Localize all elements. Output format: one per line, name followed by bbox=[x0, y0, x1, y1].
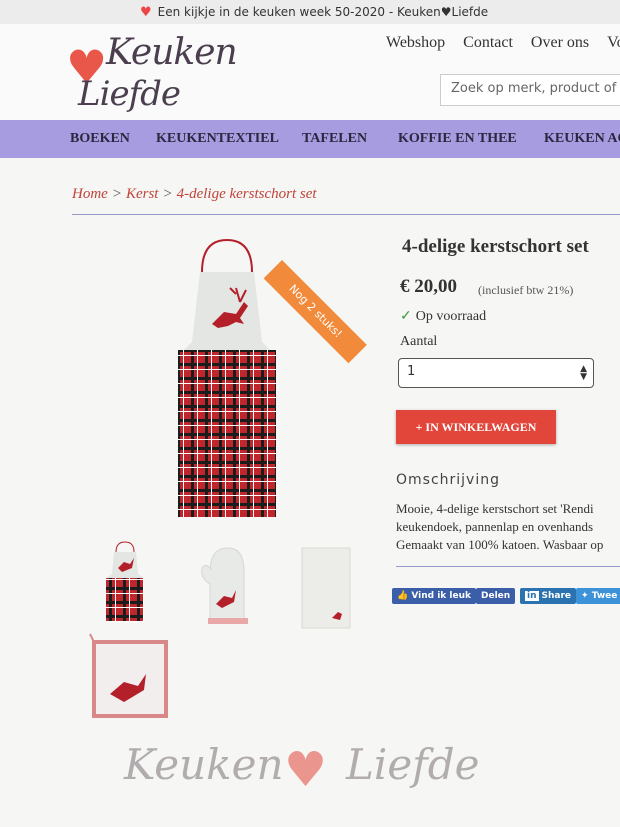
watermark-heart-icon: ♥ bbox=[284, 742, 328, 798]
site-header: ♥ Keuken Liefde Webshop Contact Over ons… bbox=[0, 24, 620, 120]
menu-koffie-en-thee[interactable]: KOFFIE EN THEE bbox=[398, 131, 517, 147]
thumbnail-apron[interactable] bbox=[104, 540, 146, 624]
stock-status: ✓ Op voorraad bbox=[400, 308, 486, 325]
select-arrows-icon: ▲ ▼ bbox=[580, 364, 587, 382]
nav-contact[interactable]: Contact bbox=[463, 34, 513, 52]
top-nav: Webshop Contact Over ons Vo bbox=[386, 34, 620, 52]
breadcrumb-current[interactable]: 4-delige kerstschort set bbox=[177, 186, 317, 202]
thumbnail-tea-towel[interactable] bbox=[298, 544, 354, 630]
quantity-select[interactable]: 1 ▲ ▼ bbox=[398, 358, 594, 388]
description-line: Gemaakt van 100% katoen. Wasbaar op bbox=[396, 537, 604, 552]
check-icon: ✓ bbox=[400, 309, 412, 324]
facebook-like-button[interactable]: 👍 Vind ik leuk bbox=[392, 588, 477, 604]
like-label: Vind ik leuk bbox=[411, 591, 472, 601]
heart-icon: ♥ bbox=[140, 4, 152, 20]
description-heading: Omschrijving bbox=[396, 472, 500, 488]
menu-boeken[interactable]: BOEKEN bbox=[70, 131, 130, 147]
announcement-bar: ♥ Een kijkje in de keuken week 50-2020 -… bbox=[0, 0, 620, 25]
announcement-text: Een kijkje in de keuken week 50-2020 - K… bbox=[157, 5, 489, 19]
breadcrumb-separator: > bbox=[162, 186, 173, 202]
add-to-cart-button[interactable]: + IN WINKELWAGEN bbox=[396, 410, 556, 444]
linkedin-share-button[interactable]: in Share bbox=[520, 588, 577, 604]
twitter-icon: ✦ bbox=[581, 591, 592, 601]
tweet-button[interactable]: ✦ Twee bbox=[576, 588, 620, 604]
search-input[interactable]: Zoek op merk, product of tref bbox=[440, 74, 620, 106]
vat-note: (inclusief btw 21%) bbox=[478, 283, 574, 297]
thumbs-up-icon: 👍 bbox=[397, 591, 412, 601]
logo-word-1: Keuken bbox=[106, 32, 238, 73]
product-price: € 20,00 bbox=[400, 276, 457, 297]
nav-webshop[interactable]: Webshop bbox=[386, 34, 445, 52]
watermark-word-1: Keuken bbox=[124, 740, 284, 789]
watermark-logo: Keuken ♥ Liefde bbox=[124, 740, 504, 820]
nav-truncated[interactable]: Vo bbox=[607, 34, 620, 52]
breadcrumb-separator: > bbox=[111, 186, 122, 202]
product-title: 4-delige kerstschort set bbox=[402, 236, 589, 257]
description-line: Mooie, 4-delige kerstschort set 'Rendi bbox=[396, 501, 594, 516]
facebook-share-button[interactable]: Delen bbox=[476, 588, 516, 604]
menu-keukentextiel[interactable]: KEUKENTEXTIEL bbox=[156, 131, 279, 147]
breadcrumb-home[interactable]: Home bbox=[72, 186, 108, 202]
description-line: keukendoek, pannenlap en ovenhands bbox=[396, 519, 594, 534]
thumbnail-pot-holder[interactable] bbox=[88, 632, 168, 718]
divider bbox=[396, 566, 620, 567]
menu-tafelen[interactable]: TAFELEN bbox=[302, 131, 367, 147]
nav-over-ons[interactable]: Over ons bbox=[531, 34, 589, 52]
watermark-word-2: Liefde bbox=[346, 740, 480, 789]
tweet-label: Twee bbox=[591, 591, 618, 601]
logo-word-2: Liefde bbox=[78, 74, 181, 114]
category-menu: BOEKEN KEUKENTEXTIEL TAFELEN KOFFIE EN T… bbox=[0, 120, 620, 158]
stock-text: Op voorraad bbox=[415, 309, 487, 324]
menu-keuken-ac[interactable]: KEUKEN AC bbox=[544, 131, 620, 147]
quantity-label: Aantal bbox=[400, 334, 438, 349]
description-text: Mooie, 4-delige kerstschort set 'Rendi k… bbox=[396, 500, 620, 554]
breadcrumb: Home > Kerst >4-delige kerstschort set bbox=[72, 186, 317, 203]
divider bbox=[72, 214, 620, 215]
linkedin-icon: in bbox=[525, 591, 539, 601]
thumbnail-oven-mitt[interactable] bbox=[198, 542, 254, 628]
linkedin-label: Share bbox=[541, 591, 572, 601]
quantity-value: 1 bbox=[407, 364, 416, 379]
breadcrumb-kerst[interactable]: Kerst bbox=[126, 186, 159, 202]
site-logo[interactable]: ♥ Keuken Liefde bbox=[66, 30, 238, 120]
